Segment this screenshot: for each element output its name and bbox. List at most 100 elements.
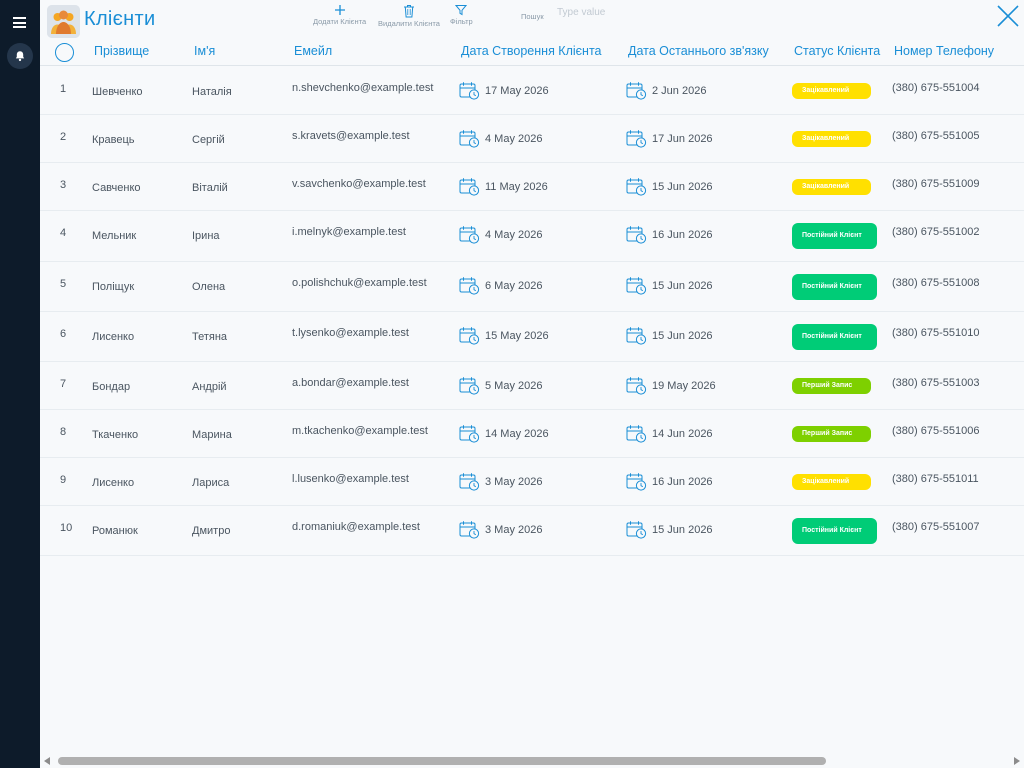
row-number: 10 (60, 522, 73, 534)
table-row[interactable]: 6 Лисенко Тетяна t.lysenko@example.test 15 M… (40, 312, 1024, 362)
calendar-clock-icon (459, 82, 480, 100)
surname-cell: Шевченко (92, 86, 143, 98)
phone-cell: (380) 675-551002 (892, 226, 980, 238)
created-date: 3 May 2026 (485, 523, 543, 536)
created-date-cell: 5 May 2026 (459, 376, 542, 395)
last-contact-date: 15 Jun 2026 (652, 279, 713, 292)
column-header-surname[interactable]: Прізвище (94, 44, 149, 58)
last-contact-date: 15 Jun 2026 (652, 180, 713, 193)
bell-icon (15, 51, 25, 62)
last-contact-cell: 15 Jun 2026 (626, 177, 713, 196)
column-header-name[interactable]: Ім'я (194, 44, 215, 58)
name-cell: Марина (192, 429, 232, 441)
close-button[interactable] (996, 4, 1020, 28)
table-row[interactable]: 4 Мельник Ірина i.melnyk@example.test 4 May … (40, 211, 1024, 262)
last-contact-date: 15 Jun 2026 (652, 523, 713, 536)
row-number: 9 (60, 474, 67, 486)
last-contact-cell: 17 Jun 2026 (626, 129, 713, 148)
name-cell: Сергій (192, 134, 225, 146)
table-row[interactable]: 5 Поліщук Олена o.polishchuk@example.test 6 … (40, 262, 1024, 312)
trash-icon (403, 5, 414, 18)
column-header-last-contact[interactable]: Дата Останнього зв'язку (628, 44, 769, 58)
status-badge: Постійний Клієнт (792, 518, 877, 544)
calendar-clock-icon (459, 178, 480, 196)
delete-client-label: Видалити Клієнта (378, 19, 440, 28)
table-header: Прізвище Ім'я Емейл Дата Створення Клієн… (40, 38, 1024, 66)
horizontal-scrollbar[interactable] (40, 754, 1024, 768)
select-all-checkbox[interactable] (55, 43, 74, 62)
calendar-clock-icon (459, 425, 480, 443)
calendar-clock-icon (626, 377, 647, 395)
created-date-cell: 15 May 2026 (459, 326, 549, 345)
created-date-cell: 4 May 2026 (459, 225, 542, 244)
created-date-cell: 14 May 2026 (459, 424, 549, 443)
name-cell: Наталія (192, 86, 232, 98)
created-date-cell: 4 May 2026 (459, 129, 542, 148)
calendar-clock-icon (626, 327, 647, 345)
surname-cell: Ткаченко (92, 429, 139, 441)
column-header-phone[interactable]: Номер Телефону (894, 44, 994, 58)
scroll-left-arrow[interactable] (44, 757, 50, 765)
calendar-clock-icon (626, 82, 647, 100)
calendar-clock-icon (626, 473, 647, 491)
column-header-email[interactable]: Емейл (294, 44, 332, 58)
phone-cell: (380) 675-551011 (892, 473, 979, 485)
last-contact-date: 19 May 2026 (652, 379, 716, 392)
email-cell: a.bondar@example.test (292, 377, 409, 389)
add-client-button[interactable]: Додати Клієнта (313, 4, 366, 26)
delete-client-button[interactable]: Видалити Клієнта (378, 4, 440, 28)
last-contact-cell: 2 Jun 2026 (626, 81, 706, 100)
surname-cell: Савченко (92, 182, 141, 194)
hamburger-icon[interactable] (13, 17, 26, 28)
last-contact-date: 16 Jun 2026 (652, 228, 713, 241)
phone-cell: (380) 675-551005 (892, 130, 980, 142)
plus-icon (334, 5, 345, 15)
created-date: 6 May 2026 (485, 279, 543, 292)
filter-icon (455, 5, 468, 16)
column-header-created[interactable]: Дата Створення Клієнта (461, 44, 601, 58)
filter-label: Фільтр (450, 17, 473, 26)
filter-button[interactable]: Фільтр (450, 4, 473, 26)
calendar-clock-icon (459, 277, 480, 295)
table-row[interactable]: 1 Шевченко Наталія n.shevchenko@example.tes… (40, 67, 1024, 115)
calendar-clock-icon (626, 178, 647, 196)
email-cell: o.polishchuk@example.test (292, 277, 427, 289)
search-input[interactable] (557, 4, 707, 20)
created-date: 4 May 2026 (485, 228, 543, 241)
created-date: 4 May 2026 (485, 132, 543, 145)
surname-cell: Кравець (92, 134, 135, 146)
table-row[interactable]: 2 Кравець Сергій s.kravets@example.test 4 Ma… (40, 115, 1024, 163)
name-cell: Дмитро (192, 525, 231, 537)
last-contact-cell: 16 Jun 2026 (626, 225, 713, 244)
column-header-status[interactable]: Статус Клієнта (794, 44, 880, 58)
email-cell: i.melnyk@example.test (292, 226, 406, 238)
scrollbar-thumb[interactable] (58, 757, 826, 765)
status-badge: Зацікавлений (792, 474, 871, 490)
close-icon (997, 5, 1019, 27)
table-row[interactable]: 8 Ткаченко Марина m.tkachenko@example.test 1… (40, 410, 1024, 458)
status-badge: Зацікавлений (792, 179, 871, 195)
calendar-clock-icon (459, 130, 480, 148)
notifications-button[interactable] (7, 43, 33, 69)
phone-cell: (380) 675-551003 (892, 377, 980, 389)
last-contact-cell: 15 Jun 2026 (626, 520, 713, 539)
phone-cell: (380) 675-551010 (892, 327, 980, 339)
row-number: 4 (60, 227, 67, 239)
search-label: Пошук (521, 12, 544, 21)
last-contact-cell: 19 May 2026 (626, 376, 716, 395)
scroll-right-arrow[interactable] (1014, 757, 1020, 765)
created-date: 17 May 2026 (485, 84, 549, 97)
calendar-clock-icon (459, 226, 480, 244)
table-row[interactable]: 9 Лисенко Лариса l.lusenko@example.test 3 Ma… (40, 458, 1024, 506)
name-cell: Олена (192, 281, 226, 293)
add-client-label: Додати Клієнта (313, 17, 367, 26)
table-row[interactable]: 3 Савченко Віталій v.savchenko@example.test… (40, 163, 1024, 211)
phone-cell: (380) 675-551008 (892, 277, 980, 289)
email-cell: n.shevchenko@example.test (292, 82, 434, 94)
created-date-cell: 6 May 2026 (459, 276, 542, 295)
last-contact-date: 17 Jun 2026 (652, 132, 713, 145)
calendar-clock-icon (459, 377, 480, 395)
table-row[interactable]: 7 Бондар Андрій a.bondar@example.test 5 May … (40, 362, 1024, 410)
table-row[interactable]: 10 Романюк Дмитро d.romaniuk@example.test 3 … (40, 506, 1024, 556)
created-date-cell: 11 May 2026 (459, 177, 548, 196)
